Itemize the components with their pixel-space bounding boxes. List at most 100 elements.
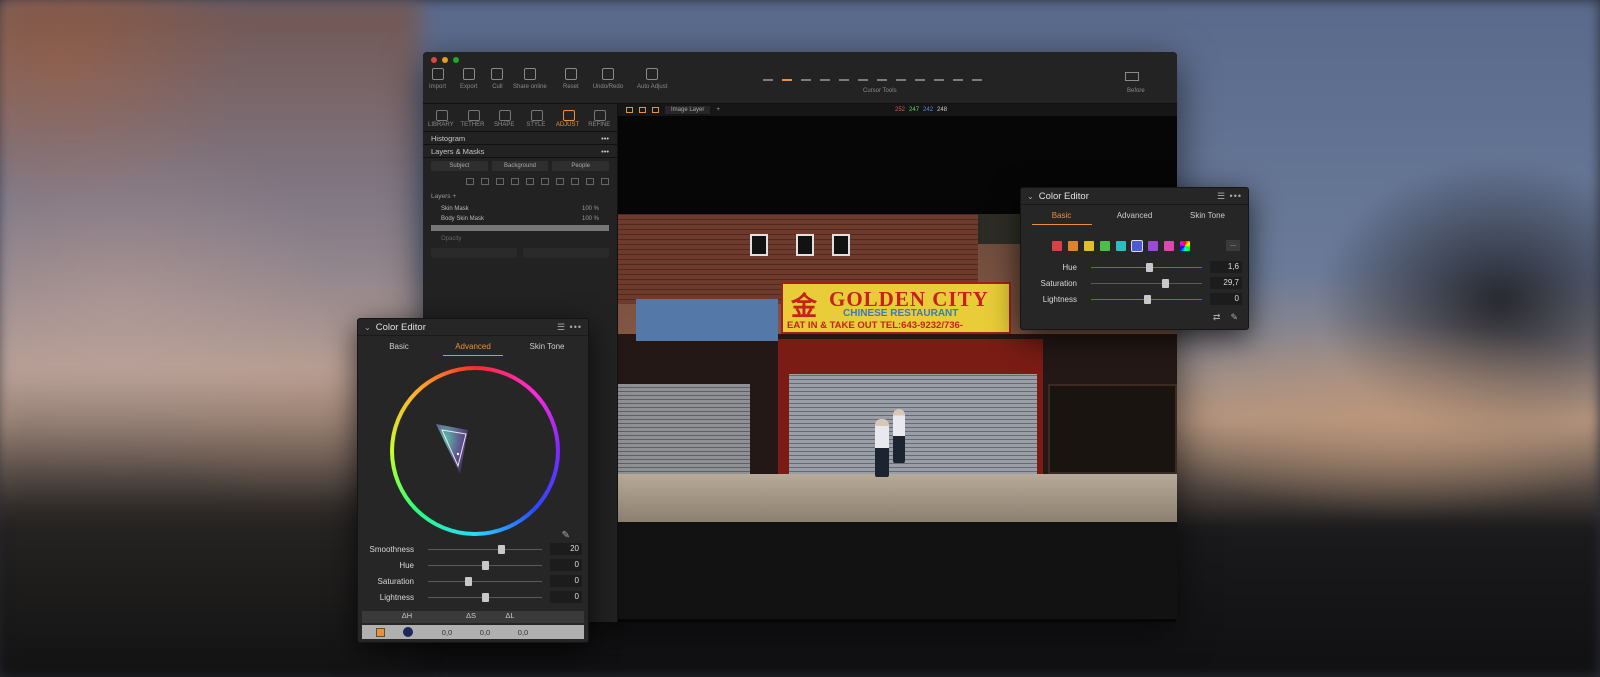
enable-checkbox[interactable] bbox=[376, 627, 385, 637]
mask-radial-icon[interactable] bbox=[511, 178, 519, 185]
swatch-yellow[interactable] bbox=[1084, 240, 1094, 251]
slider-thumb[interactable] bbox=[464, 576, 472, 586]
hue-track[interactable] bbox=[428, 560, 542, 570]
panel-menu-icon[interactable]: ☰ ••• bbox=[1217, 191, 1242, 202]
saturation-track[interactable] bbox=[1091, 278, 1202, 288]
slider-thumb[interactable] bbox=[482, 560, 489, 570]
smoothness-track[interactable] bbox=[428, 544, 542, 554]
lightness-track[interactable] bbox=[1091, 294, 1202, 304]
rotate-tool-icon[interactable] bbox=[839, 72, 849, 81]
tab-style[interactable]: STYLE bbox=[521, 108, 551, 128]
swatch-magenta[interactable] bbox=[1164, 240, 1174, 251]
undo-redo-button[interactable]: Undo/Redo bbox=[593, 68, 623, 90]
mask-invert-icon[interactable] bbox=[571, 178, 579, 185]
swatch-green[interactable] bbox=[1100, 240, 1110, 251]
keystone-tool-icon[interactable] bbox=[858, 72, 868, 81]
slider-thumb[interactable] bbox=[1143, 294, 1151, 304]
chevron-down-icon[interactable]: ⌄ bbox=[364, 323, 371, 332]
slider-value[interactable]: 0 bbox=[550, 591, 582, 603]
people-chip[interactable]: People bbox=[552, 161, 610, 171]
luma-range-button[interactable] bbox=[431, 248, 517, 258]
slider-thumb[interactable] bbox=[1145, 262, 1153, 272]
saturation-track[interactable] bbox=[428, 576, 542, 586]
crop-tool-icon[interactable] bbox=[820, 72, 830, 81]
close-icon[interactable] bbox=[431, 57, 437, 63]
mask-eraser-icon[interactable] bbox=[481, 178, 489, 185]
mask-picker-icon[interactable] bbox=[541, 178, 549, 185]
hue-track[interactable] bbox=[1091, 262, 1202, 272]
before-icon[interactable] bbox=[1125, 72, 1139, 81]
mask-view-icon[interactable] bbox=[601, 178, 609, 185]
tab-basic[interactable]: Basic bbox=[1031, 211, 1092, 225]
slider-value[interactable]: 20 bbox=[550, 543, 582, 555]
grid-view-icon[interactable] bbox=[626, 107, 633, 113]
slider-value[interactable]: 0 bbox=[550, 559, 582, 571]
eyedropper-icon[interactable]: ✎ bbox=[1230, 312, 1238, 323]
delta-table-row[interactable]: 0,0 0,0 0,0 bbox=[362, 625, 584, 639]
mask-brush-icon[interactable] bbox=[466, 178, 474, 185]
layer-row[interactable]: Skin Mask 100 % bbox=[423, 204, 617, 214]
chevron-down-icon[interactable]: ⌄ bbox=[1027, 192, 1034, 201]
tab-basic[interactable]: Basic bbox=[369, 342, 429, 356]
slider-value[interactable]: 29,7 bbox=[1210, 277, 1242, 289]
tab-skin-tone[interactable]: Skin Tone bbox=[1178, 211, 1238, 225]
picker-tool-icon[interactable] bbox=[934, 72, 944, 81]
slider-value[interactable]: 0 bbox=[1210, 293, 1242, 305]
heal-tool-icon[interactable] bbox=[953, 72, 963, 81]
clone-tool-icon[interactable] bbox=[972, 72, 982, 81]
color-range-selection[interactable] bbox=[428, 416, 478, 476]
swatch-purple[interactable] bbox=[1148, 240, 1158, 251]
layer-select[interactable]: Image Layer bbox=[665, 106, 711, 114]
swatch-orange[interactable] bbox=[1068, 240, 1078, 251]
tab-skin-tone[interactable]: Skin Tone bbox=[517, 342, 577, 356]
hand-tool-icon[interactable] bbox=[782, 72, 792, 81]
slider-value[interactable]: 0 bbox=[550, 575, 582, 587]
pointer-tool-icon[interactable] bbox=[763, 72, 773, 81]
swatch-cyan[interactable] bbox=[1116, 240, 1126, 251]
maximize-icon[interactable] bbox=[453, 57, 459, 63]
mask-refine-icon[interactable] bbox=[556, 178, 564, 185]
cull-button[interactable]: Cull bbox=[491, 68, 504, 90]
mask-clear-icon[interactable] bbox=[586, 178, 594, 185]
layers-masks-section[interactable]: Layers & Masks ••• bbox=[423, 145, 617, 158]
histogram-section[interactable]: Histogram ••• bbox=[423, 132, 617, 145]
tab-advanced[interactable]: Advanced bbox=[1105, 211, 1165, 225]
reset-icon[interactable]: ⇄ bbox=[1213, 312, 1221, 323]
subject-chip[interactable]: Subject bbox=[431, 161, 488, 171]
minimize-icon[interactable] bbox=[442, 57, 448, 63]
zoom-tool-icon[interactable] bbox=[801, 72, 811, 81]
swatch-all-colors[interactable] bbox=[1180, 240, 1190, 251]
single-view-icon[interactable] bbox=[639, 107, 646, 113]
eyedropper-icon[interactable]: ✎ bbox=[562, 530, 570, 541]
mask-gradient-icon[interactable] bbox=[496, 178, 504, 185]
add-icon[interactable]: + bbox=[716, 107, 720, 113]
compare-view-icon[interactable] bbox=[652, 107, 659, 113]
tab-shape[interactable]: SHAPE bbox=[489, 108, 519, 128]
eraser-tool-icon[interactable] bbox=[896, 72, 906, 81]
slider-value[interactable]: 1,6 bbox=[1210, 261, 1242, 273]
swatch-red[interactable] bbox=[1052, 240, 1062, 251]
tab-refine[interactable]: REFINE bbox=[584, 108, 614, 128]
import-button[interactable]: Import bbox=[429, 68, 446, 90]
more-icon[interactable]: ••• bbox=[601, 147, 609, 156]
share-button[interactable]: Share online bbox=[513, 68, 547, 90]
export-button[interactable]: Export bbox=[460, 68, 477, 90]
background-chip[interactable]: Background bbox=[491, 161, 549, 171]
reset-button[interactable]: Reset bbox=[563, 68, 579, 90]
mask-fill-icon[interactable] bbox=[526, 178, 534, 185]
slider-thumb[interactable] bbox=[482, 592, 489, 602]
tab-library[interactable]: LIBRARY bbox=[426, 108, 456, 128]
more-swatches-button[interactable]: ... bbox=[1226, 240, 1240, 251]
slider-thumb[interactable] bbox=[497, 544, 505, 554]
gradient-tool-icon[interactable] bbox=[915, 72, 925, 81]
tab-adjust[interactable]: ADJUST bbox=[553, 108, 583, 128]
add-layer-icon[interactable]: + bbox=[452, 193, 456, 200]
tab-tether[interactable]: TETHER bbox=[458, 108, 488, 128]
more-icon[interactable]: ••• bbox=[601, 134, 609, 143]
selected-layer-row[interactable] bbox=[431, 225, 609, 231]
layer-row[interactable]: Body Skin Mask 100 % bbox=[423, 214, 617, 224]
panel-menu-icon[interactable]: ☰ ••• bbox=[557, 322, 582, 333]
refine-mask-button[interactable] bbox=[523, 248, 609, 258]
auto-adjust-button[interactable]: Auto Adjust bbox=[637, 68, 667, 90]
slider-thumb[interactable] bbox=[1162, 278, 1170, 288]
